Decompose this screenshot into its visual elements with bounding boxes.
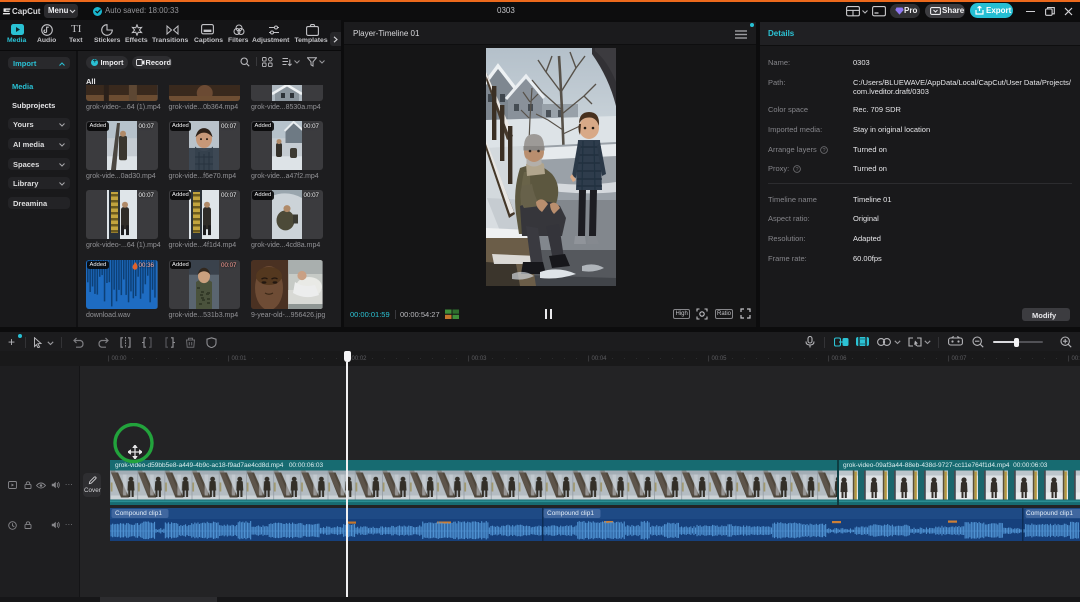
svg-text:?: ? [822, 148, 825, 154]
svg-text:?: ? [795, 167, 798, 173]
